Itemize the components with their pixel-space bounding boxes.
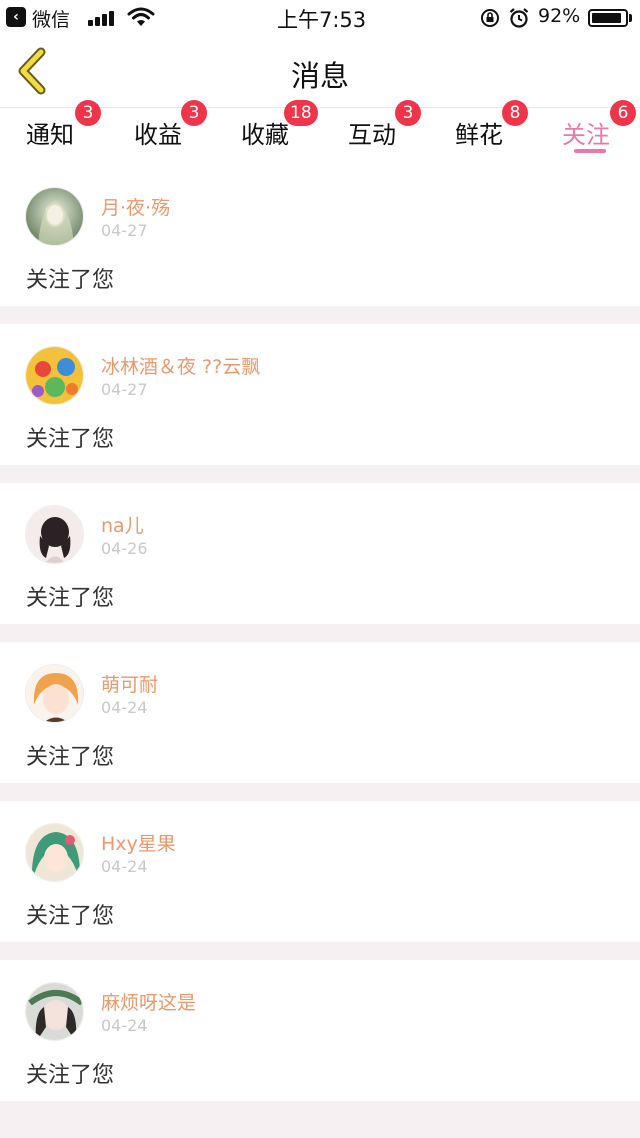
list-item[interactable]: Hxy星果 04-24 关注了您 [0,801,640,942]
active-tab-indicator [574,149,606,153]
follow-message: 关注了您 [26,586,115,611]
list-item[interactable]: na儿 04-26 关注了您 [0,483,640,624]
unread-badge: 6 [610,100,636,126]
unread-badge: 18 [284,100,318,126]
nav-header: 消息 [0,34,640,108]
battery-fill [592,13,621,23]
unread-badge: 3 [395,100,421,126]
tab-follows[interactable]: 关注 6 [562,100,640,165]
message-tabs: 通知 3 收益 3 收藏 18 互动 3 鲜花 8 关注 6 [0,100,640,165]
unread-badge: 3 [75,100,101,126]
follow-message: 关注了您 [26,904,115,929]
avatar[interactable] [25,505,84,564]
username[interactable]: Hxy星果 [101,829,176,856]
follow-date: 04-24 [101,857,148,876]
username[interactable]: 麻烦呀这是 [101,988,196,1015]
back-arrow-icon[interactable]: ‹ [6,7,26,27]
follow-message: 关注了您 [26,745,115,770]
username[interactable]: 萌可耐 [101,670,158,697]
follow-date: 04-24 [101,1016,148,1035]
battery-icon [588,9,628,27]
avatar[interactable] [25,823,84,882]
status-bar: ‹ 微信 上午7:53 92% [0,0,640,34]
tab-interactions[interactable]: 互动 3 [348,100,428,165]
rotation-lock-icon [481,9,499,27]
follow-message: 关注了您 [26,427,115,452]
username[interactable]: 冰林酒＆夜 ??云飘 [101,352,260,379]
battery-tip [629,14,632,22]
carrier-label: 微信 [32,9,71,31]
avatar[interactable] [25,346,84,405]
tab-favorites[interactable]: 收藏 18 [241,100,321,165]
list-item[interactable]: 萌可耐 04-24 关注了您 [0,642,640,783]
alarm-icon [509,8,529,28]
tab-label: 收藏 [241,121,289,149]
tab-notifications[interactable]: 通知 3 [26,100,106,165]
list-item[interactable]: 冰林酒＆夜 ??云飘 04-27 关注了您 [0,324,640,465]
follow-date: 04-27 [101,221,148,240]
tab-label: 收益 [134,121,182,149]
clock: 上午7:53 [277,8,367,32]
list-item[interactable]: 麻烦呀这是 04-24 关注了您 [0,960,640,1101]
signal-icon [88,10,120,26]
battery-percent: 92% [538,5,581,27]
tab-label: 关注 [562,121,610,149]
avatar[interactable] [25,664,84,723]
page-title: 消息 [290,59,349,93]
follow-date: 04-26 [101,539,148,558]
unread-badge: 8 [502,100,528,126]
tab-label: 鲜花 [455,121,503,149]
username[interactable]: na儿 [101,511,144,538]
tab-earnings[interactable]: 收益 3 [134,100,214,165]
avatar[interactable] [25,982,84,1041]
tab-flowers[interactable]: 鲜花 8 [455,100,535,165]
wifi-icon [127,7,155,26]
follow-message: 关注了您 [26,1063,115,1088]
tab-label: 互动 [348,121,396,149]
tab-label: 通知 [26,121,74,149]
follow-date: 04-27 [101,380,148,399]
avatar[interactable] [25,187,84,246]
username[interactable]: 月·夜·殇 [101,193,170,220]
list-item[interactable]: 月·夜·殇 04-27 关注了您 [0,165,640,306]
follow-message: 关注了您 [26,268,115,293]
unread-badge: 3 [181,100,207,126]
follow-date: 04-24 [101,698,148,717]
